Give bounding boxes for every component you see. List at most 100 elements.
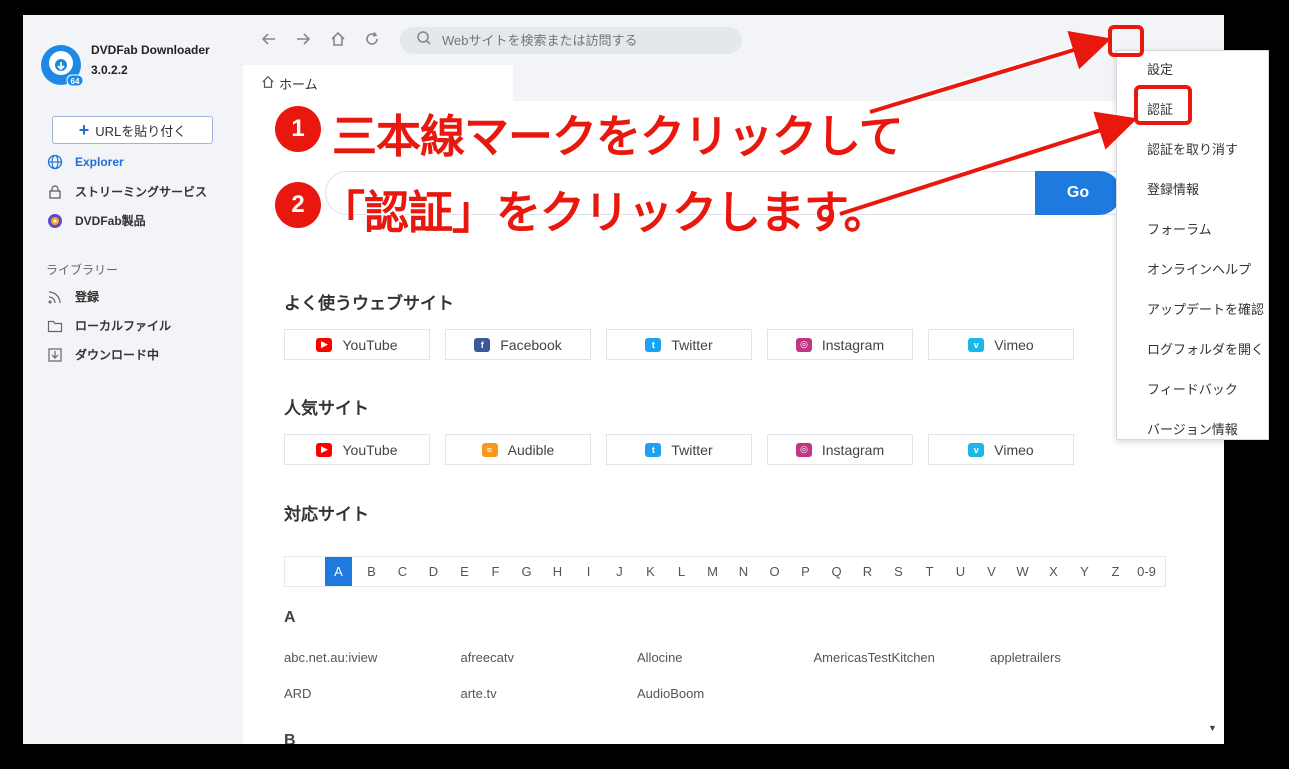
site-button-vimeo[interactable]: v Vimeo	[928, 434, 1074, 465]
site-button-facebook[interactable]: f Facebook	[445, 329, 591, 360]
paste-url-label: URLを貼り付く	[95, 123, 187, 139]
step-1-instruction: 三本線マークをクリックして	[332, 111, 905, 163]
menu-item-6[interactable]: アップデートを確認	[1147, 299, 1264, 318]
youtube-icon: ▶	[316, 442, 333, 457]
search-icon	[416, 30, 432, 51]
url-input[interactable]	[442, 33, 722, 48]
menu-item-2[interactable]: 認証を取り消す	[1147, 139, 1238, 158]
tab-label: ホーム	[279, 76, 318, 92]
letter-filter-h[interactable]: H	[542, 557, 573, 586]
scroll-down-icon[interactable]: ▼	[1208, 723, 1217, 733]
sidebar-item-label: Explorer	[75, 155, 124, 169]
letter-filter-s[interactable]: S	[883, 557, 914, 586]
site-button-label: YouTube	[342, 336, 398, 353]
app-version: 3.0.2.2	[91, 63, 128, 77]
letter-filter-c[interactable]: C	[387, 557, 418, 586]
audible-icon: ≈	[481, 442, 498, 457]
site-button-label: Instagram	[821, 336, 885, 353]
letter-filter-j[interactable]: J	[604, 557, 635, 586]
site-button-twitter[interactable]: t Twitter	[606, 329, 752, 360]
letter-filter-d[interactable]: D	[418, 557, 449, 586]
sidebar-item-dvdfab-products[interactable]: DVDFab製品	[47, 212, 146, 229]
letter-filter-z[interactable]: Z	[1100, 557, 1131, 586]
letter-filter-r[interactable]: R	[852, 557, 883, 586]
letter-filter-e[interactable]: E	[449, 557, 480, 586]
letter-filter-x[interactable]: X	[1038, 557, 1069, 586]
site-button-label: Twitter	[671, 441, 713, 458]
site-button-twitter[interactable]: t Twitter	[606, 434, 752, 465]
supported-site-link[interactable]: ARD	[284, 686, 311, 701]
back-icon[interactable]	[261, 31, 277, 52]
dvdfab-logo: 64	[41, 45, 84, 87]
letter-filter-t[interactable]: T	[914, 557, 945, 586]
supported-site-link[interactable]: Allocine	[637, 650, 683, 665]
letter-filter-l[interactable]: L	[666, 557, 697, 586]
svg-text:64: 64	[71, 77, 80, 86]
letter-filter-v[interactable]: V	[976, 557, 1007, 586]
twitter-icon: t	[645, 442, 662, 457]
step-2-instruction: 「認証」をクリックします。	[320, 187, 890, 239]
letter-filter-a[interactable]: A	[325, 557, 352, 586]
sidebar-item-explorer[interactable]: Explorer	[47, 154, 124, 170]
site-button-label: Instagram	[821, 441, 885, 458]
tab-home[interactable]: ホーム	[243, 65, 513, 101]
home-icon[interactable]	[330, 31, 346, 52]
letter-filter-0-9[interactable]: 0-9	[1131, 557, 1162, 586]
menu-item-7[interactable]: ログフォルダを開く	[1147, 339, 1264, 358]
vimeo-icon: v	[968, 337, 985, 352]
sidebar-item-downloading[interactable]: ダウンロード中	[47, 346, 159, 363]
url-bar[interactable]	[400, 27, 742, 54]
letter-filter-g[interactable]: G	[511, 557, 542, 586]
refresh-icon[interactable]	[364, 31, 380, 52]
site-button-youtube[interactable]: ▶ YouTube	[284, 434, 430, 465]
forward-icon[interactable]	[295, 31, 311, 52]
site-button-label: Twitter	[671, 336, 713, 353]
supported-site-link[interactable]: AmericasTestKitchen	[814, 650, 935, 665]
site-button-instagram[interactable]: ◎ Instagram	[767, 329, 913, 360]
sidebar-item-label: DVDFab製品	[75, 214, 146, 228]
site-button-instagram[interactable]: ◎ Instagram	[767, 434, 913, 465]
twitter-icon: t	[645, 337, 662, 352]
letter-filter-p[interactable]: P	[790, 557, 821, 586]
letter-filter-n[interactable]: N	[728, 557, 759, 586]
globe-icon	[47, 154, 63, 170]
sidebar-item-streaming[interactable]: ストリーミングサービス	[47, 183, 207, 200]
site-button-label: YouTube	[342, 441, 398, 458]
site-button-label: Vimeo	[994, 336, 1034, 353]
menu-item-4[interactable]: フォーラム	[1147, 219, 1212, 238]
letter-filter-u[interactable]: U	[945, 557, 976, 586]
site-button-label: Audible	[507, 441, 555, 458]
menu-item-5[interactable]: オンラインヘルプ	[1147, 259, 1251, 278]
sidebar: 64 DVDFab Downloader 3.0.2.2 + URLを貼り付く …	[23, 15, 243, 744]
menu-item-9[interactable]: バージョン情報	[1147, 419, 1238, 438]
letter-filter-i[interactable]: I	[573, 557, 604, 586]
rss-icon	[47, 289, 63, 305]
go-button[interactable]: Go	[1035, 171, 1121, 215]
site-button-youtube[interactable]: ▶ YouTube	[284, 329, 430, 360]
menu-item-0[interactable]: 設定	[1147, 59, 1173, 78]
site-button-vimeo[interactable]: v Vimeo	[928, 329, 1074, 360]
letter-filter-w[interactable]: W	[1007, 557, 1038, 586]
paste-url-button[interactable]: + URLを貼り付く	[52, 116, 213, 144]
section-b-heading: B	[284, 732, 296, 744]
letter-filter-q[interactable]: Q	[821, 557, 852, 586]
supported-site-link[interactable]: afreecatv	[461, 650, 514, 665]
supported-site-link[interactable]: AudioBoom	[637, 686, 704, 701]
app-name: DVDFab Downloader	[91, 43, 210, 57]
folder-icon	[47, 318, 63, 334]
letter-filter-y[interactable]: Y	[1069, 557, 1100, 586]
letter-filter-o[interactable]: O	[759, 557, 790, 586]
sidebar-item-local-files[interactable]: ローカルファイル	[47, 317, 171, 334]
supported-site-link[interactable]: abc.net.au:iview	[284, 650, 377, 665]
letter-filter-f[interactable]: F	[480, 557, 511, 586]
supported-site-link[interactable]: arte.tv	[461, 686, 497, 701]
letter-filter-b[interactable]: B	[356, 557, 387, 586]
step-2-badge: 2	[275, 182, 321, 228]
site-button-audible[interactable]: ≈ Audible	[445, 434, 591, 465]
supported-site-link[interactable]: appletrailers	[990, 650, 1061, 665]
menu-item-8[interactable]: フィードバック	[1147, 379, 1238, 398]
letter-filter-k[interactable]: K	[635, 557, 666, 586]
menu-item-3[interactable]: 登録情報	[1147, 179, 1199, 198]
sidebar-item-subscription[interactable]: 登録	[47, 288, 99, 305]
letter-filter-m[interactable]: M	[697, 557, 728, 586]
